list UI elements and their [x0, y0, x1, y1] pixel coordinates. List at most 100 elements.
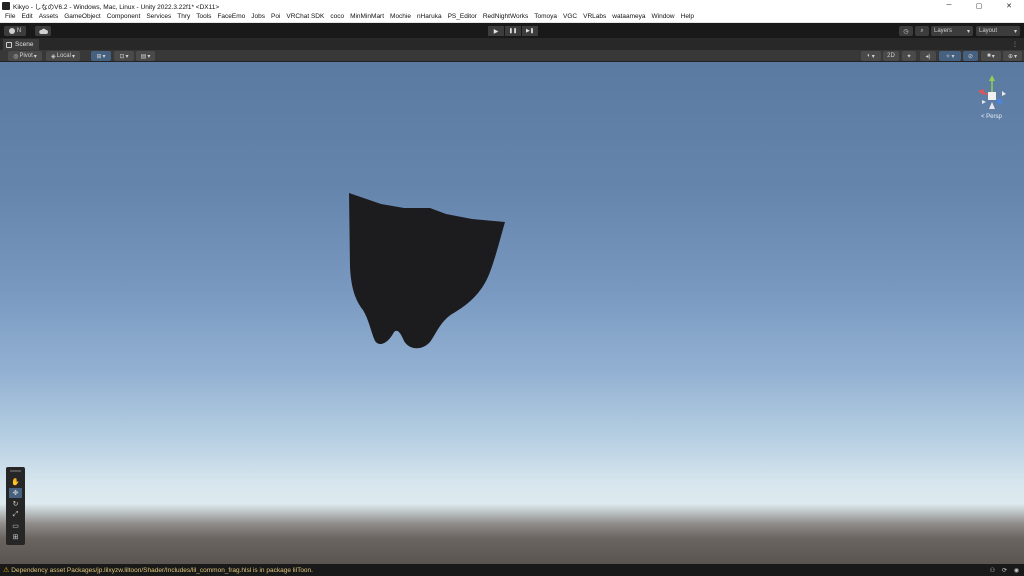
account-dropdown[interactable]: N [4, 26, 26, 36]
menu-item-vrchat-sdk[interactable]: VRChat SDK [283, 13, 327, 20]
pause-button[interactable]: ❚❚ [505, 26, 521, 36]
scene-object-silhouette [349, 193, 505, 349]
hidden-objects-toggle[interactable]: ⊘ [963, 51, 978, 61]
rotate-tool-button[interactable]: ↻ [9, 499, 22, 509]
local-icon: ◈ [51, 53, 56, 60]
progress-icon[interactable]: ⟳ [1000, 566, 1009, 574]
speaker-icon: ◂) [925, 53, 931, 60]
globe-icon: ⊕ [1007, 53, 1013, 60]
maximize-button[interactable]: ▢ [964, 0, 994, 11]
search-button[interactable]: ⌕ [915, 26, 929, 36]
play-button[interactable]: ▶ [488, 26, 504, 36]
network-icon[interactable]: ⚇ [988, 566, 997, 574]
rotate-icon: ↻ [12, 501, 19, 508]
menu-item-thry[interactable]: Thry [174, 13, 193, 20]
menu-item-jobs[interactable]: Jobs [248, 13, 268, 20]
step-button[interactable]: ▶❚ [522, 26, 538, 36]
view-tool-button[interactable]: ✋ [9, 477, 22, 487]
menu-item-coco[interactable]: coco [327, 13, 347, 20]
close-button[interactable]: ✕ [994, 0, 1024, 11]
chevron-down-icon: ▾ [991, 53, 995, 60]
grid-toggle[interactable]: ⊞ ▾ [91, 51, 111, 61]
mode-2d-label: 2D [887, 53, 895, 59]
search-icon: ⌕ [920, 27, 924, 34]
chevron-down-icon: ▾ [102, 53, 106, 60]
menu-item-file[interactable]: File [2, 13, 18, 20]
audio-toggle[interactable]: ◂) [920, 51, 936, 61]
scene-viewport[interactable]: ✋ ✥ ↻ ⤢ ▭ ⊞ [0, 62, 1024, 564]
menu-item-component[interactable]: Component [104, 13, 144, 20]
undo-history-button[interactable]: ◷ [899, 26, 913, 36]
chevron-down-icon: ▾ [966, 28, 970, 35]
menu-item-faceemo[interactable]: FaceEmo [214, 13, 248, 20]
menu-item-wataameya[interactable]: wataameya [609, 13, 648, 20]
move-tool-button[interactable]: ✥ [9, 488, 22, 498]
transform-tools-panel: ✋ ✥ ↻ ⤢ ▭ ⊞ [6, 467, 25, 545]
play-icon: ▶ [493, 28, 499, 35]
pivot-label: Pivot [19, 53, 33, 59]
layers-label: Layers [934, 28, 953, 34]
window-title: Kikyo - しなのV6.2 - Windows, Mac, Linux - … [13, 3, 220, 11]
menu-item-mochie[interactable]: Mochie [387, 13, 414, 20]
menu-item-vgc[interactable]: VGC [560, 13, 580, 20]
tab-scene[interactable]: Scene [3, 39, 39, 50]
move-icon: ✥ [12, 490, 19, 497]
projection-label[interactable]: < Persp [981, 114, 1002, 120]
cloud-button[interactable] [35, 26, 51, 36]
panel-grip[interactable] [10, 470, 21, 472]
chevron-down-icon: ▾ [1013, 28, 1017, 35]
transform-icon: ⊞ [12, 534, 19, 541]
snap-toggle[interactable]: ⊡ ▾ [114, 51, 134, 61]
step-icon: ▶❚ [525, 28, 535, 34]
menu-item-nharuka[interactable]: nHaruka [414, 13, 445, 20]
menu-item-window[interactable]: Window [649, 13, 678, 20]
status-bar: ⚠ Dependency asset Packages/jp.lilxyzw.l… [0, 564, 1024, 576]
menu-item-tomoya[interactable]: Tomoya [531, 13, 560, 20]
chevron-down-icon: ▾ [147, 53, 151, 60]
pivot-toggle[interactable]: ◎ Pivot ▾ [8, 51, 42, 61]
rect-tool-button[interactable]: ▭ [9, 521, 22, 531]
menu-item-minminmart[interactable]: MinMinMart [347, 13, 387, 20]
menu-item-assets[interactable]: Assets [36, 13, 62, 20]
account-icon [8, 28, 15, 34]
camera-dropdown[interactable]: ■ ▾ [981, 51, 1001, 61]
layout-dropdown[interactable]: Layout ▾ [976, 26, 1020, 36]
chevron-down-icon: ▾ [1014, 53, 1018, 60]
orientation-gizmo[interactable] [974, 72, 1010, 132]
chevron-down-icon: ▾ [951, 53, 955, 60]
menu-item-edit[interactable]: Edit [18, 13, 35, 20]
gizmos-dropdown[interactable]: ⊕ ▾ [1003, 51, 1022, 61]
menu-item-poi[interactable]: Poi [268, 13, 283, 20]
minimize-button[interactable]: ─ [934, 0, 964, 11]
title-bar: Kikyo - しなのV6.2 - Windows, Mac, Linux - … [0, 0, 1024, 11]
pivot-icon: ◎ [13, 53, 19, 60]
cloud-icon [38, 28, 48, 34]
snap-icon: ⊡ [119, 53, 125, 60]
check-icon[interactable]: ◉ [1012, 566, 1021, 574]
hand-icon: ✋ [11, 479, 20, 486]
menu-item-services[interactable]: Services [143, 13, 174, 20]
effects-icon: ✧ [945, 53, 951, 60]
menu-item-vrlabs[interactable]: VRLabs [580, 13, 609, 20]
unity-app-icon [2, 1, 10, 10]
draw-mode-dropdown[interactable]: ◐ ▾ [861, 51, 881, 61]
scene-tab-bar: Scene ⋮ [0, 38, 1024, 50]
status-message[interactable]: Dependency asset Packages/jp.lilxyzw.lil… [11, 567, 313, 574]
playmode-controls: ▶ ❚❚ ▶❚ [488, 26, 538, 36]
menu-item-gameobject[interactable]: GameObject [61, 13, 104, 20]
scale-tool-button[interactable]: ⤢ [9, 510, 22, 520]
menu-item-ps-editor[interactable]: PS_Editor [445, 13, 480, 20]
local-toggle[interactable]: ◈ Local ▾ [46, 51, 80, 61]
increment-snap-toggle[interactable]: ▤ ▾ [136, 51, 155, 61]
lighting-toggle[interactable]: ✦ [902, 51, 916, 61]
camera-icon: ■ [987, 53, 991, 59]
transform-tool-button[interactable]: ⊞ [9, 532, 22, 542]
toggle-2d-button[interactable]: 2D [883, 51, 899, 61]
menu-item-tools[interactable]: Tools [193, 13, 214, 20]
scale-icon: ⤢ [12, 511, 19, 518]
tab-menu-icon[interactable]: ⋮ [1012, 41, 1018, 48]
effects-dropdown[interactable]: ✧ ▾ [939, 51, 961, 61]
menu-item-rednightworks[interactable]: RedNightWorks [480, 13, 531, 20]
layers-dropdown[interactable]: Layers ▾ [931, 26, 973, 36]
menu-item-help[interactable]: Help [678, 13, 697, 20]
